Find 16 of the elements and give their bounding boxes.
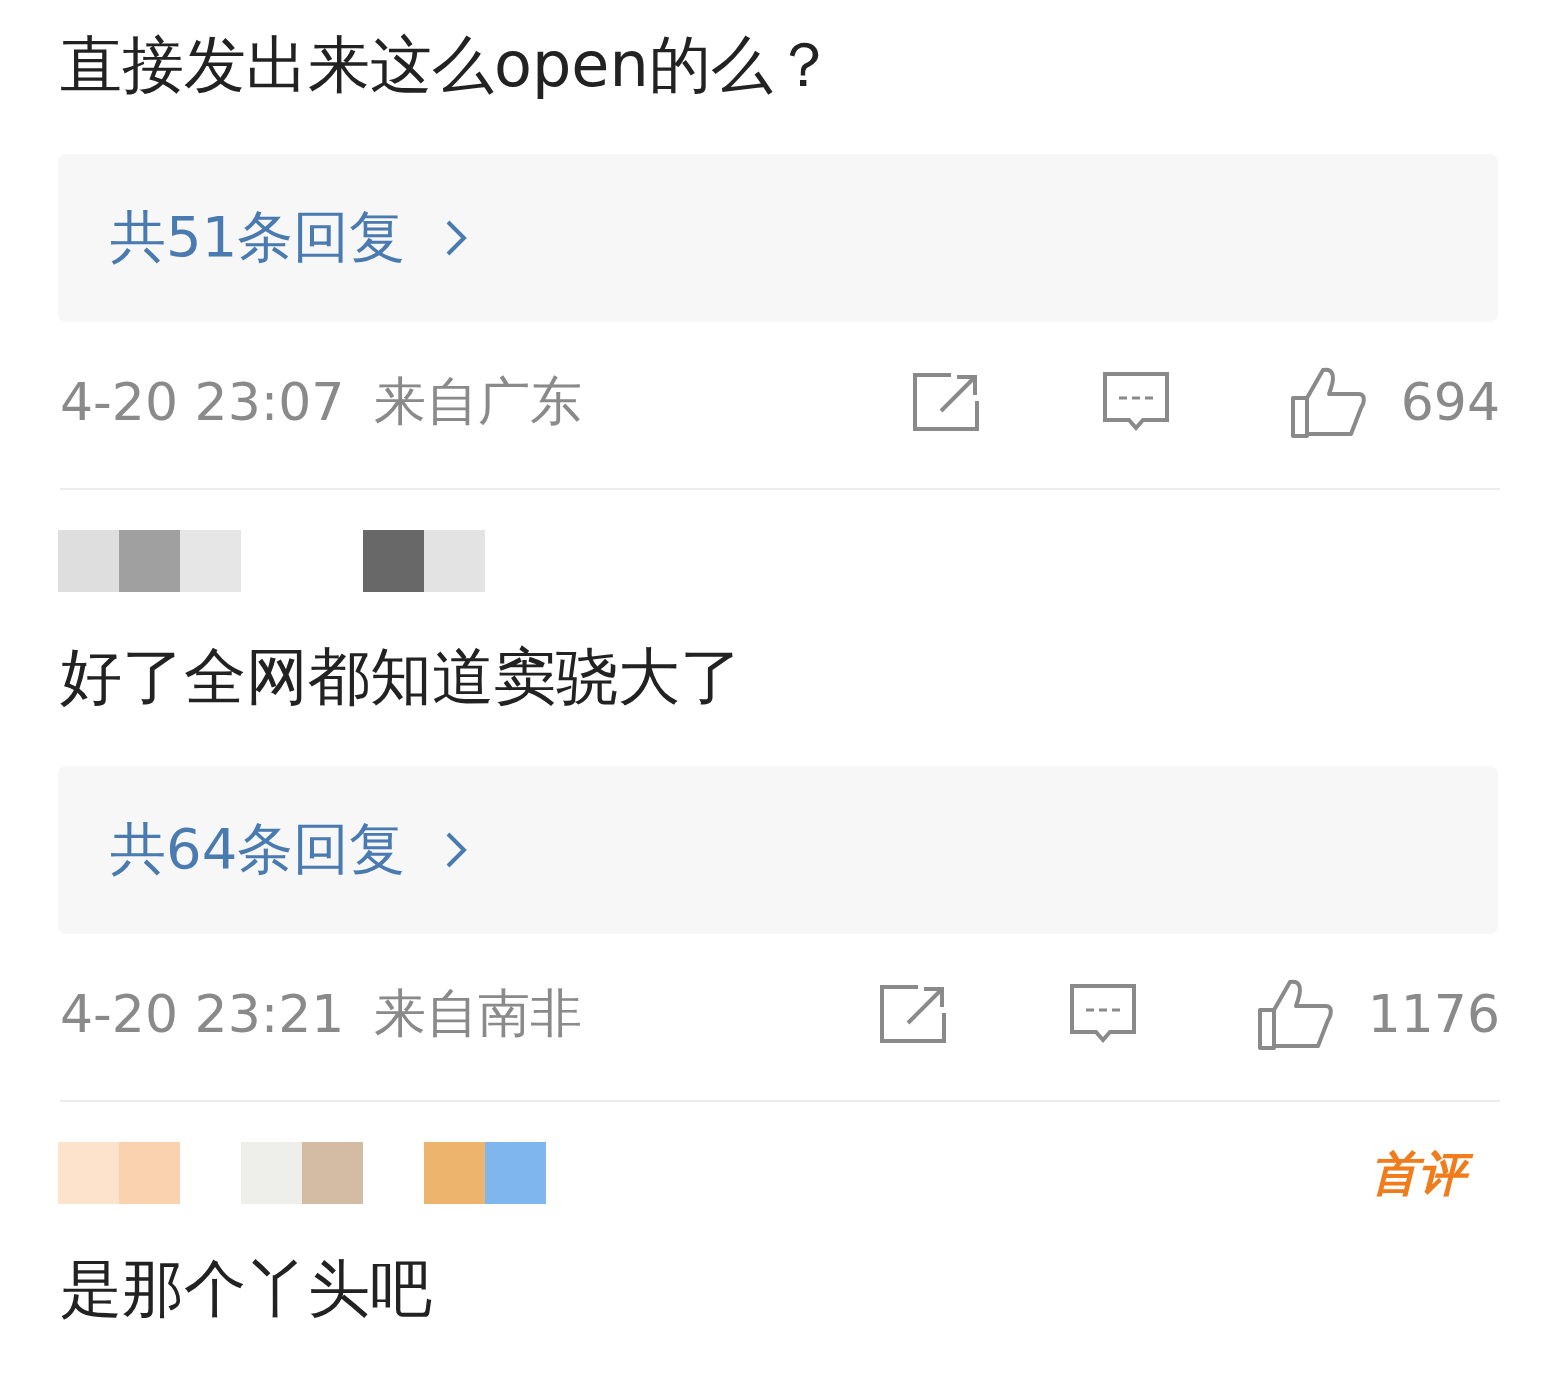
comment-location: 来自南非	[374, 982, 583, 1045]
comment-location: 来自广东	[374, 370, 583, 433]
comment-text: 是那个丫头吧	[60, 1251, 433, 1327]
comment-time: 4-20 23:21	[60, 984, 345, 1044]
share-icon[interactable]	[877, 983, 948, 1045]
comment-text: 直接发出来这么open的么？	[60, 27, 836, 103]
replies-link[interactable]: 共64条回复	[58, 766, 1498, 934]
share-icon[interactable]	[910, 371, 981, 433]
first-comment-label: 首评	[1366, 1141, 1476, 1205]
replies-link[interactable]: 共51条回复	[58, 154, 1498, 322]
chevron-right-icon	[445, 830, 468, 870]
comment-text: 好了全网都知道窦骁大了	[60, 639, 743, 715]
chevron-right-icon	[445, 218, 468, 258]
like-count: 1176	[1367, 984, 1500, 1044]
like-count: 694	[1400, 372, 1500, 432]
comment-time: 4-20 23:07	[60, 372, 345, 432]
